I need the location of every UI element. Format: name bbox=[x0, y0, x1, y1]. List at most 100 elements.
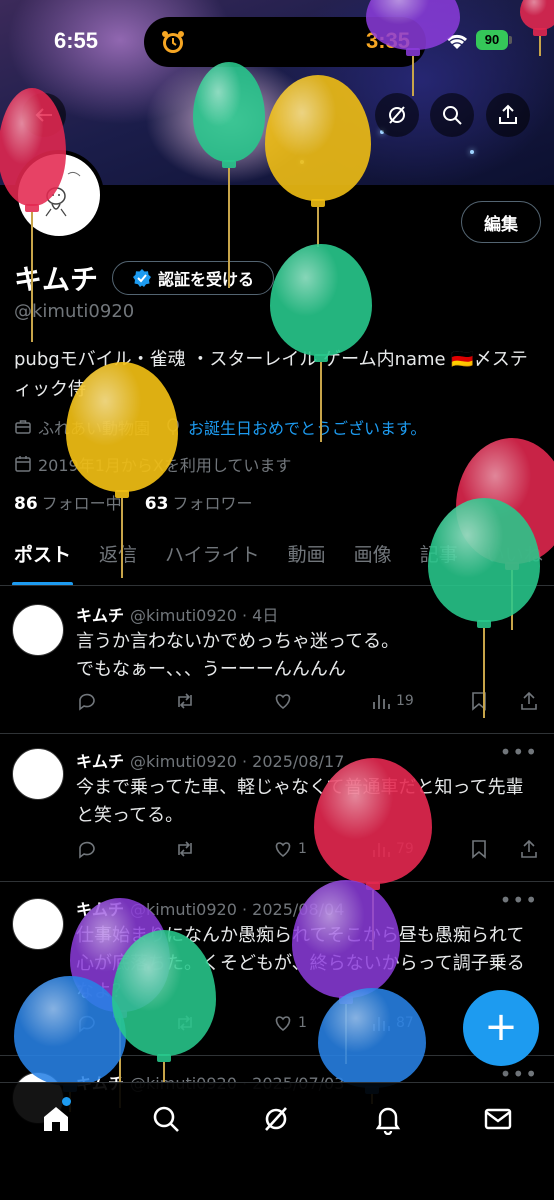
search-icon[interactable] bbox=[150, 1103, 182, 1135]
like-button[interactable]: 1 bbox=[272, 1012, 307, 1034]
like-count: 1 bbox=[298, 1015, 307, 1031]
search-button[interactable] bbox=[430, 93, 474, 137]
share-icon bbox=[521, 691, 537, 710]
tweet-text: 今まで乗ってた車、軽じゃなくて普通車だと知って先輩と笑ってる。 bbox=[76, 777, 524, 826]
verified-badge-icon bbox=[132, 269, 151, 287]
tweet-avatar[interactable] bbox=[12, 604, 64, 656]
view-count: 19 bbox=[396, 693, 414, 709]
more-options-icon[interactable]: ••• bbox=[500, 888, 538, 912]
like-button[interactable] bbox=[272, 690, 298, 712]
tweet-author: キムチ bbox=[76, 900, 125, 919]
profile-avatar[interactable] bbox=[14, 150, 104, 240]
retweet-icon bbox=[178, 1015, 192, 1031]
island-timer: 3:35 bbox=[365, 28, 410, 53]
views-button[interactable]: 87 bbox=[370, 1012, 414, 1034]
profile-name: キムチ bbox=[14, 263, 99, 296]
get-verified-label: 認証を受ける bbox=[157, 270, 254, 289]
more-options-icon[interactable]: ••• bbox=[500, 740, 538, 764]
followers-link[interactable]: 63 フォロワー bbox=[145, 494, 253, 514]
reply-icon bbox=[79, 841, 95, 859]
retweet-button[interactable] bbox=[174, 690, 196, 712]
get-verified-button[interactable]: 認証を受ける bbox=[112, 261, 274, 295]
home-notification-dot bbox=[62, 1097, 71, 1106]
views-icon bbox=[373, 843, 390, 857]
tweet-author: キムチ bbox=[76, 606, 125, 625]
reply-icon bbox=[79, 1015, 95, 1033]
briefcase-icon bbox=[15, 420, 31, 434]
tweet-handle-date: @kimuti0920 · 2025/08/17 bbox=[130, 752, 345, 771]
mail-icon[interactable] bbox=[482, 1103, 514, 1135]
reply-icon bbox=[79, 693, 95, 711]
tab-likes[interactable]: いいね bbox=[472, 530, 554, 585]
bookmark-button[interactable] bbox=[468, 690, 490, 712]
share-post-button[interactable] bbox=[518, 690, 540, 712]
profile-category: ふれあい動物園 bbox=[38, 419, 151, 438]
bell-icon[interactable] bbox=[372, 1103, 404, 1135]
reply-button[interactable] bbox=[76, 1012, 98, 1034]
search-icon bbox=[443, 106, 462, 125]
tab-replies[interactable]: 返信 bbox=[85, 530, 151, 585]
bottom-navigation bbox=[0, 1082, 554, 1200]
like-button[interactable]: 1 bbox=[272, 838, 307, 860]
heart-icon bbox=[275, 694, 291, 710]
tab-highlights[interactable]: ハイライト bbox=[151, 530, 274, 585]
wifi-icon bbox=[446, 34, 468, 49]
joined-date: 2019年1月からXを利用しています bbox=[38, 456, 292, 475]
edit-profile-button[interactable]: 編集 bbox=[461, 201, 541, 243]
profile-tabs: ポスト 返信 ハイライト 動画 画像 記事 いいね bbox=[0, 530, 554, 586]
heart-icon bbox=[275, 1016, 291, 1032]
bookmark-icon bbox=[472, 692, 486, 711]
share-icon bbox=[499, 104, 517, 124]
back-button[interactable] bbox=[22, 93, 66, 137]
tweet-item[interactable]: キムチ @kimuti0920 · 4日 言うか言わないかでめっちゃ迷ってる。 で… bbox=[0, 588, 554, 734]
views-button[interactable]: 19 bbox=[370, 690, 414, 712]
share-button[interactable] bbox=[486, 93, 530, 137]
tab-videos[interactable]: 動画 bbox=[274, 530, 340, 585]
reply-button[interactable] bbox=[76, 838, 98, 860]
grok-icon[interactable] bbox=[260, 1103, 292, 1135]
view-count: 79 bbox=[396, 841, 414, 857]
tweet-handle-date: @kimuti0920 · 2025/08/04 bbox=[130, 900, 345, 919]
tweet-actions: 19 bbox=[76, 690, 546, 716]
tweet-item[interactable]: キムチ @kimuti0920 · 2025/08/17 ••• 今まで乗ってた車… bbox=[0, 734, 554, 882]
battery-cap bbox=[509, 36, 512, 44]
share-post-button[interactable] bbox=[518, 838, 540, 860]
tweet-header: キムチ @kimuti0920 · 2025/08/17 bbox=[76, 748, 344, 772]
grok-button[interactable] bbox=[375, 93, 419, 137]
tab-articles[interactable]: 記事 bbox=[406, 530, 472, 585]
status-time: 6:55 bbox=[54, 28, 99, 53]
tweet-handle-date: @kimuti0920 · 4日 bbox=[130, 606, 279, 625]
birthday-link[interactable]: お誕生日おめでとうございます。 bbox=[188, 415, 426, 439]
banner-sparkle bbox=[300, 160, 304, 164]
balloon-icon bbox=[167, 418, 179, 435]
bookmark-icon bbox=[472, 840, 486, 859]
views-button[interactable]: 79 bbox=[370, 838, 414, 860]
tweet-avatar[interactable] bbox=[12, 748, 64, 800]
dynamic-island[interactable]: 3:35 bbox=[144, 17, 426, 67]
retweet-button[interactable] bbox=[174, 1012, 196, 1034]
retweet-icon bbox=[178, 693, 192, 709]
banner-sparkle bbox=[470, 150, 474, 154]
tweet-header: キムチ @kimuti0920 · 4日 bbox=[76, 602, 278, 626]
tweet-avatar[interactable] bbox=[12, 898, 64, 950]
retweet-button[interactable] bbox=[174, 838, 196, 860]
reply-button[interactable] bbox=[76, 690, 98, 712]
following-label: フォロー中 bbox=[41, 494, 122, 513]
tab-posts[interactable]: ポスト bbox=[0, 530, 85, 585]
doodle-avatar-image bbox=[45, 171, 81, 217]
following-count: 86 bbox=[14, 494, 38, 514]
grok-icon bbox=[389, 106, 405, 124]
following-link[interactable]: 86 フォロー中 bbox=[14, 494, 122, 514]
tweet-author: キムチ bbox=[76, 752, 125, 771]
alarm-clock-icon bbox=[162, 31, 184, 53]
home-icon[interactable] bbox=[40, 1103, 72, 1135]
compose-post-button[interactable]: + bbox=[463, 990, 539, 1066]
battery-level: 90 bbox=[476, 30, 508, 50]
views-icon bbox=[373, 1017, 390, 1031]
profile-meta-location-row: ふれあい動物園 お誕生日おめでとうございます。 bbox=[14, 415, 426, 439]
bookmark-button[interactable] bbox=[468, 838, 490, 860]
profile-handle: @kimuti0920 bbox=[14, 301, 135, 322]
tweet-text: 言うか言わないかでめっちゃ迷ってる。 でもなぁー、、、うーーーんんんん bbox=[76, 631, 400, 680]
profile-joined-row: 2019年1月からXを利用しています bbox=[14, 452, 291, 476]
tab-images[interactable]: 画像 bbox=[340, 530, 406, 585]
